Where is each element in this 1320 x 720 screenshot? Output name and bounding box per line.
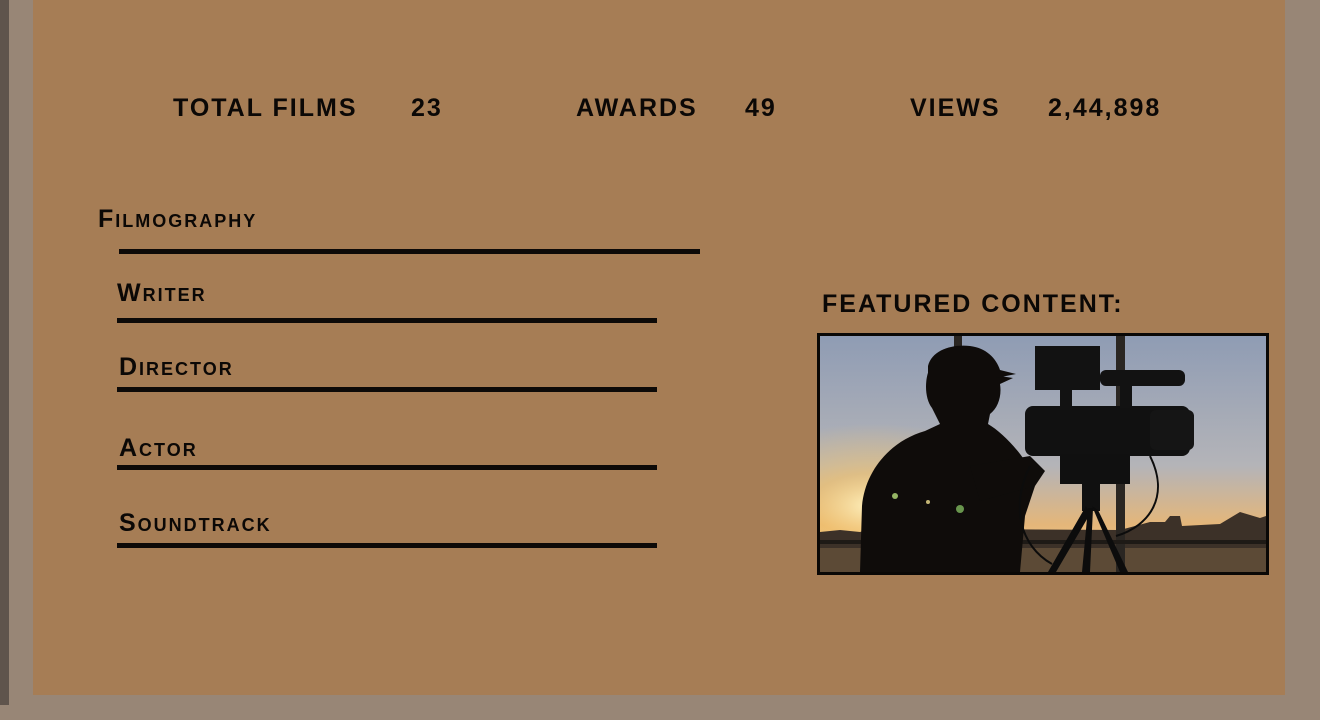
stat-awards-value: 49 <box>745 94 777 122</box>
stat-views-value: 2,44,898 <box>1048 94 1162 122</box>
soundtrack-divider <box>117 543 657 548</box>
stat-total-films-label: TOTAL FILMS <box>173 94 358 122</box>
stat-awards-label: AWARDS <box>576 94 698 122</box>
featured-content-title: FEATURED CONTENT: <box>822 290 1124 318</box>
featured-image[interactable] <box>817 333 1269 575</box>
filmography-divider <box>119 249 700 254</box>
stat-total-films-value: 23 <box>411 94 443 122</box>
filmography-item-actor[interactable]: Actor <box>119 434 198 463</box>
stat-views: VIEWS 2,44,898 <box>910 94 1159 123</box>
stat-total-films: TOTAL FILMS 23 <box>173 94 441 123</box>
director-divider <box>117 387 657 392</box>
filmography-item-writer[interactable]: Writer <box>117 279 207 308</box>
filmography-heading[interactable]: Filmography <box>98 205 257 234</box>
actor-divider <box>117 465 657 470</box>
stat-views-label: VIEWS <box>910 94 1001 122</box>
filmography-item-director[interactable]: Director <box>119 353 234 382</box>
camera-operator-image <box>820 336 1266 572</box>
writer-divider <box>117 318 657 323</box>
stat-awards: AWARDS 49 <box>576 94 775 123</box>
left-edge-strip <box>0 0 9 705</box>
filmography-item-soundtrack[interactable]: Soundtrack <box>119 509 272 538</box>
